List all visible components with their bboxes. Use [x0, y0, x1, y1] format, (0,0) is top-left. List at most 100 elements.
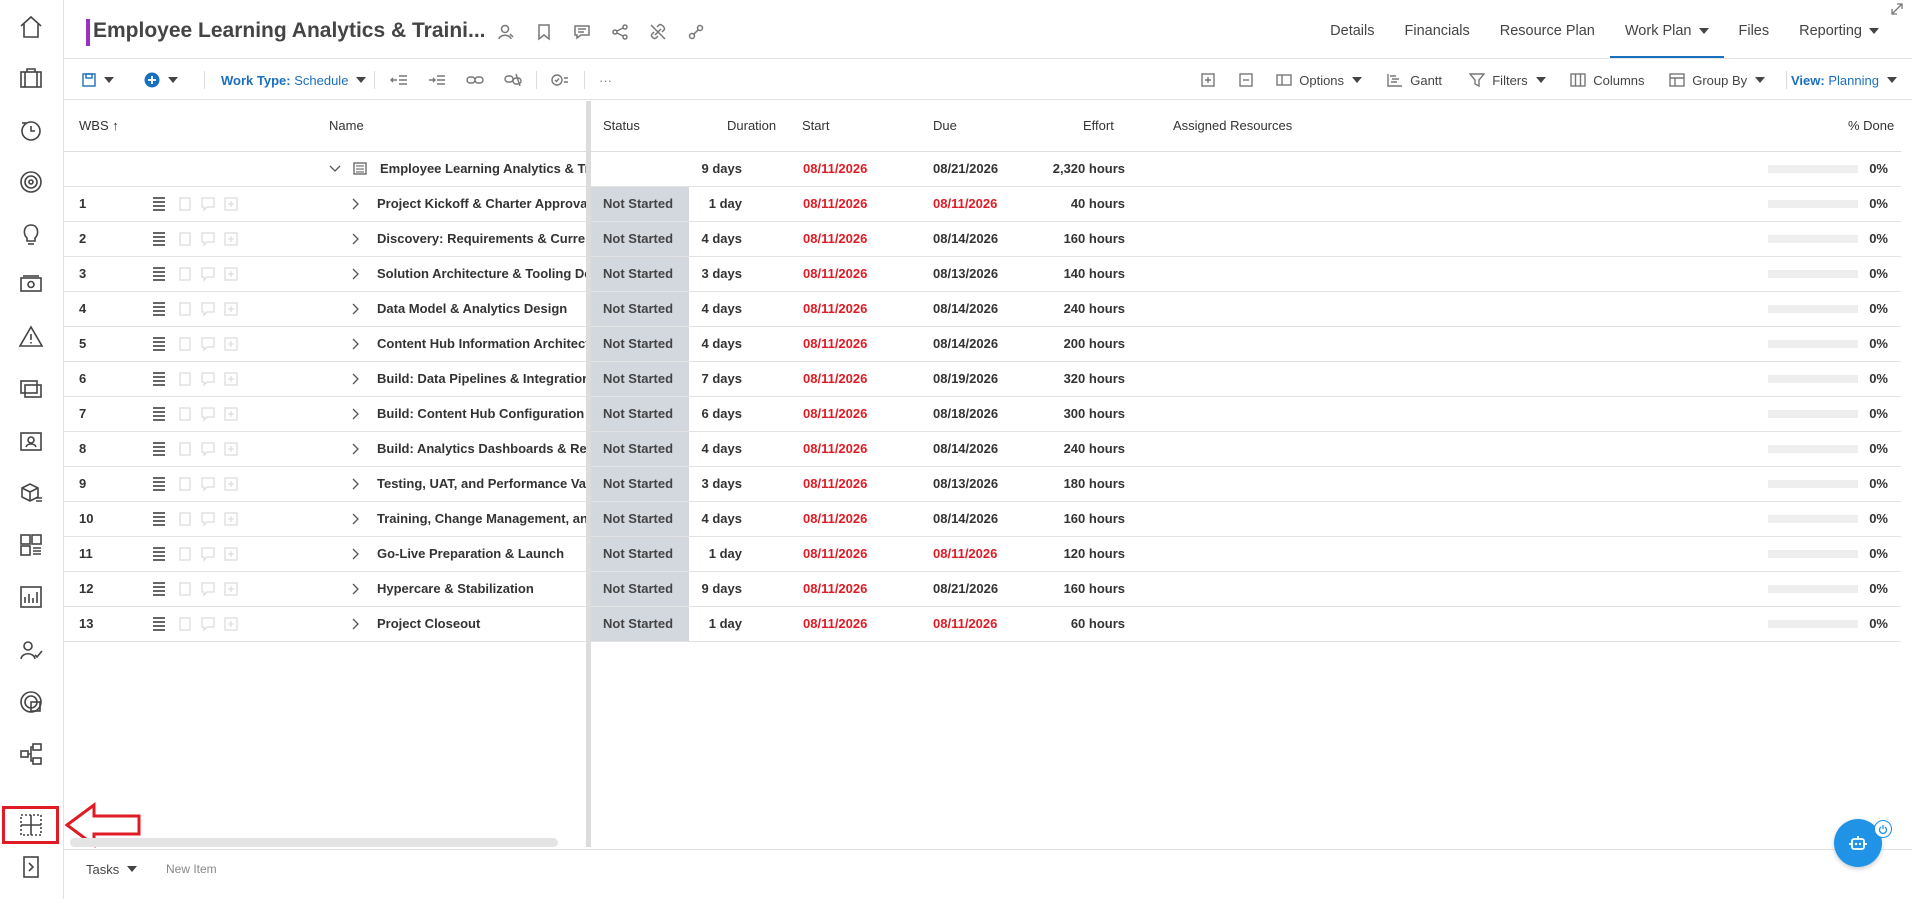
- expand-rail-icon[interactable]: [15, 851, 47, 883]
- hierarchy-icon[interactable]: [15, 738, 47, 770]
- chevron-right-icon[interactable]: [350, 292, 364, 326]
- attachment-icon[interactable]: [224, 537, 240, 571]
- outdent-button[interactable]: [390, 60, 408, 100]
- comment-icon[interactable]: [201, 537, 217, 571]
- chevron-right-icon[interactable]: [350, 607, 364, 641]
- row-menu-icon[interactable]: [152, 257, 168, 291]
- task-name[interactable]: Solution Architecture & Tooling Decision…: [377, 257, 586, 291]
- task-row[interactable]: 1 Project Kickoff & Charter Approval Not S…: [64, 187, 1901, 222]
- note-icon[interactable]: [178, 502, 194, 536]
- more-button[interactable]: ···: [599, 60, 612, 100]
- risk-icon[interactable]: [15, 321, 47, 353]
- task-name[interactable]: Training, Change Management, and Comms: [377, 502, 586, 536]
- tab-resource-plan[interactable]: Resource Plan: [1485, 0, 1610, 58]
- report-chart-icon[interactable]: [15, 581, 47, 613]
- task-row[interactable]: 6 Build: Data Pipelines & Integrations Not…: [64, 362, 1901, 397]
- target-icon[interactable]: [15, 166, 47, 198]
- row-menu-icon[interactable]: [152, 362, 168, 396]
- task-row[interactable]: 2 Discovery: Requirements & Current State…: [64, 222, 1901, 257]
- comment-icon[interactable]: [201, 362, 217, 396]
- user-icon[interactable]: [494, 20, 518, 44]
- chevron-right-icon[interactable]: [350, 257, 364, 291]
- note-icon[interactable]: [178, 572, 194, 606]
- briefcase-icon[interactable]: [15, 62, 47, 94]
- attachment-icon[interactable]: [224, 397, 240, 431]
- attachment-icon[interactable]: [224, 467, 240, 501]
- screens-icon[interactable]: [15, 373, 47, 405]
- note-icon[interactable]: [178, 222, 194, 256]
- task-name[interactable]: Hypercare & Stabilization: [377, 572, 586, 606]
- row-menu-icon[interactable]: [152, 607, 168, 641]
- comment-icon[interactable]: [201, 327, 217, 361]
- task-row[interactable]: 9 Testing, UAT, and Performance Validatio…: [64, 467, 1901, 502]
- comment-icon[interactable]: [201, 432, 217, 466]
- gantt-button[interactable]: Gantt: [1387, 60, 1442, 100]
- attachment-icon[interactable]: [224, 327, 240, 361]
- effort-column-header[interactable]: Effort: [1083, 101, 1114, 151]
- chevron-right-icon[interactable]: [350, 537, 364, 571]
- task-name[interactable]: Testing, UAT, and Performance Validation: [377, 467, 586, 501]
- task-row[interactable]: 3 Solution Architecture & Tooling Decisio…: [64, 257, 1901, 292]
- note-icon[interactable]: [178, 537, 194, 571]
- attachment-icon[interactable]: [224, 222, 240, 256]
- home-icon[interactable]: [15, 11, 47, 43]
- task-name[interactable]: Build: Data Pipelines & Integrations: [377, 362, 586, 396]
- name-column-header[interactable]: Name: [329, 101, 364, 151]
- task-row[interactable]: 7 Build: Content Hub Configuration Not Sta…: [64, 397, 1901, 432]
- bookmark-icon[interactable]: [532, 20, 556, 44]
- comment-icon[interactable]: [201, 502, 217, 536]
- task-row[interactable]: 11 Go-Live Preparation & Launch Not Starte…: [64, 537, 1901, 572]
- task-name[interactable]: Data Model & Analytics Design: [377, 292, 586, 326]
- timesheet-icon[interactable]: [15, 114, 47, 146]
- chevron-right-icon[interactable]: [350, 222, 364, 256]
- row-menu-icon[interactable]: [152, 187, 168, 221]
- columns-button[interactable]: Columns: [1570, 60, 1645, 100]
- row-menu-icon[interactable]: [152, 537, 168, 571]
- task-row[interactable]: 10 Training, Change Management, and Comms…: [64, 502, 1901, 537]
- people-icon[interactable]: [15, 634, 47, 666]
- save-button[interactable]: [82, 60, 114, 100]
- project-title[interactable]: Employee Learning Analytics & Traini...: [93, 19, 486, 43]
- dashboard-icon[interactable]: [15, 529, 47, 561]
- link-icon[interactable]: [684, 20, 708, 44]
- tab-details[interactable]: Details: [1315, 0, 1389, 58]
- task-name[interactable]: Project Kickoff & Charter Approval: [377, 187, 586, 221]
- tab-work-plan[interactable]: Work Plan: [1609, 0, 1724, 58]
- options-dropdown[interactable]: Options: [1276, 60, 1363, 100]
- chevron-right-icon[interactable]: [350, 397, 364, 431]
- tab-reporting[interactable]: Reporting: [1784, 0, 1894, 58]
- products-icon[interactable]: [15, 477, 47, 509]
- money-icon[interactable]: [15, 268, 47, 300]
- attachment-icon[interactable]: [224, 292, 240, 326]
- work-type-dropdown[interactable]: Work Type: Schedule: [221, 60, 367, 100]
- grid-splitter[interactable]: [586, 101, 591, 847]
- group-by-dropdown[interactable]: Group By: [1669, 60, 1766, 100]
- comment-icon[interactable]: [201, 187, 217, 221]
- task-row[interactable]: 5Content Hub Information ArchitectureNot…: [64, 327, 1901, 362]
- task-row[interactable]: 12 Hypercare & Stabilization Not Started 9 …: [64, 572, 1901, 607]
- chevron-right-icon[interactable]: [350, 502, 364, 536]
- task-name[interactable]: Go-Live Preparation & Launch: [377, 537, 586, 571]
- attachment-icon[interactable]: [224, 502, 240, 536]
- note-icon[interactable]: [178, 187, 194, 221]
- filters-dropdown[interactable]: Filters: [1469, 60, 1546, 100]
- add-button[interactable]: [144, 60, 178, 100]
- wbs-column-header[interactable]: WBS ↑: [79, 101, 119, 151]
- link-off-icon[interactable]: [646, 20, 670, 44]
- duration-column-header[interactable]: Duration: [727, 101, 776, 151]
- note-icon[interactable]: [178, 607, 194, 641]
- expand-all-button[interactable]: [1201, 60, 1215, 100]
- view-dropdown[interactable]: View: Planning: [1791, 60, 1897, 100]
- idea-icon[interactable]: [15, 218, 47, 250]
- row-menu-icon[interactable]: [152, 502, 168, 536]
- task-name[interactable]: Build: Analytics Dashboards & Reports: [377, 432, 586, 466]
- start-column-header[interactable]: Start: [802, 101, 829, 151]
- link-tasks-button[interactable]: [466, 60, 484, 100]
- attachment-icon[interactable]: [224, 257, 240, 291]
- comment-icon[interactable]: [201, 572, 217, 606]
- indent-button[interactable]: [428, 60, 446, 100]
- comment-icon[interactable]: [201, 467, 217, 501]
- attachment-icon[interactable]: [224, 187, 240, 221]
- note-icon[interactable]: [178, 292, 194, 326]
- task-name[interactable]: Project Closeout: [377, 607, 586, 641]
